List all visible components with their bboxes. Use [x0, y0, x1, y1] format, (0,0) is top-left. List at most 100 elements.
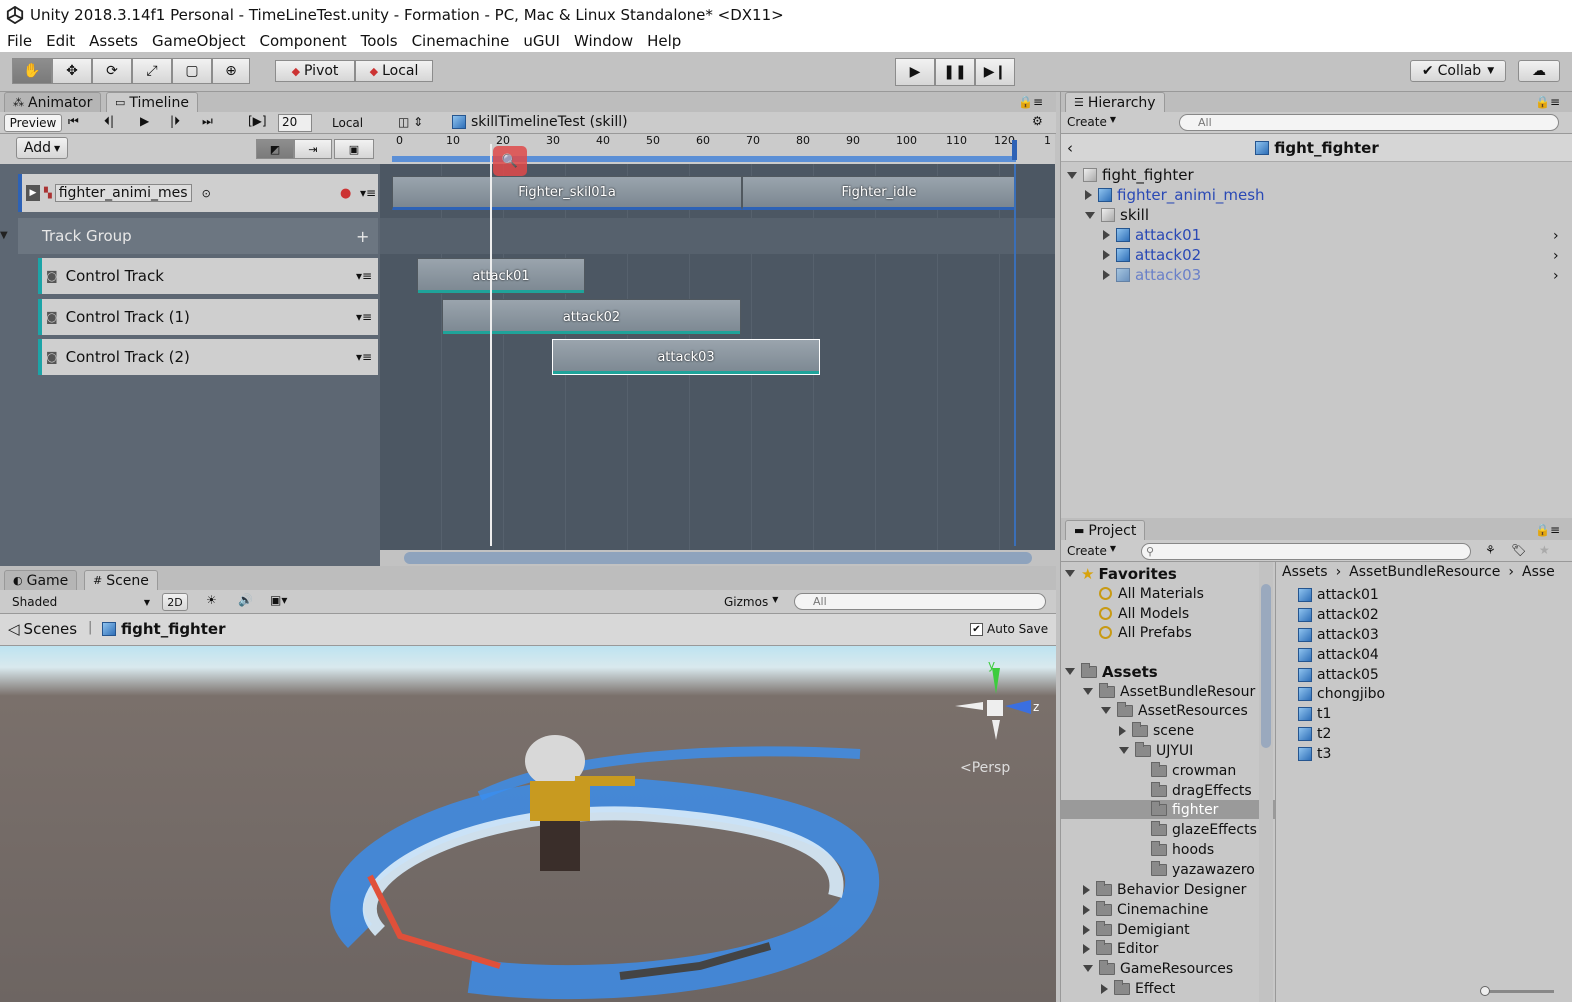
track-menu-icon[interactable]: ▾≡: [360, 186, 376, 200]
folder-gameresources[interactable]: GameResources: [1083, 959, 1233, 978]
rect-tool-button[interactable]: ▢: [172, 58, 212, 84]
gear-icon[interactable]: ⚙: [1032, 114, 1043, 128]
menu-ugui[interactable]: uGUI: [516, 32, 567, 50]
file-item[interactable]: t3: [1298, 744, 1331, 763]
scrollbar-thumb[interactable]: [404, 552, 1032, 564]
timeline-asset-breadcrumb[interactable]: skillTimelineTest (skill): [452, 114, 628, 130]
tab-game[interactable]: ◐ Game: [4, 570, 78, 590]
track-menu-icon[interactable]: ▾≡: [356, 350, 372, 364]
chevron-right-icon[interactable]: ›: [1553, 226, 1559, 246]
folder-cinemachine[interactable]: Cinemachine: [1083, 900, 1208, 919]
filter-type-icon[interactable]: ⚘: [1485, 543, 1496, 557]
scale-tool-button[interactable]: ⤢: [132, 58, 172, 84]
slider-handle[interactable]: [1480, 986, 1490, 996]
file-item[interactable]: t1: [1298, 704, 1331, 723]
menu-file[interactable]: File: [0, 32, 39, 50]
image-effects-icon[interactable]: ▣▾: [270, 593, 287, 607]
rotate-tool-button[interactable]: ⟳: [92, 58, 132, 84]
folder-yazawazero[interactable]: yazawazero: [1151, 860, 1255, 879]
expand-icon[interactable]: [1101, 983, 1108, 994]
folder-glazeeffects[interactable]: glazeEffects: [1151, 820, 1257, 839]
folder-assetresources[interactable]: AssetResources: [1101, 701, 1248, 720]
anim-clip-1[interactable]: Fighter_idle: [742, 176, 1016, 210]
expand-icon[interactable]: [1085, 190, 1092, 200]
folder-crowman[interactable]: crowman: [1151, 761, 1236, 780]
animation-track-header[interactable]: ▶ ▚ fighter_animi_mes ⊙ ● ▾≡: [18, 174, 378, 212]
scenes-breadcrumb[interactable]: ◁ Scenes: [8, 620, 77, 638]
menu-tools[interactable]: Tools: [354, 32, 405, 50]
expand-icon[interactable]: [1083, 924, 1090, 935]
lighting-icon[interactable]: ☀: [206, 593, 217, 607]
hierarchy-item-mesh[interactable]: fighter_animi_mesh: [1085, 185, 1265, 205]
panel-toggle-icon[interactable]: ◫ ⇕: [398, 115, 423, 129]
zoom-search-icon[interactable]: 🔍: [493, 146, 527, 176]
expand-icon[interactable]: [1065, 668, 1075, 675]
file-item[interactable]: t2: [1298, 724, 1331, 743]
record-icon[interactable]: ●: [340, 186, 351, 201]
hierarchy-item-attack03[interactable]: attack03: [1103, 265, 1201, 285]
frame-input[interactable]: 20: [278, 114, 312, 132]
file-item[interactable]: attack04: [1298, 645, 1379, 664]
ripple-toggle[interactable]: ▣: [334, 139, 374, 159]
folder-hoods[interactable]: hoods: [1151, 840, 1214, 859]
play-button[interactable]: ▶: [895, 58, 935, 86]
target-icon[interactable]: ⊙: [202, 187, 211, 200]
add-track-button[interactable]: Add ▼: [16, 137, 68, 159]
expand-icon[interactable]: [1101, 707, 1111, 714]
scene-viewport[interactable]: y z <Persp: [0, 646, 1056, 1002]
track-group-header[interactable]: Track Group +: [18, 218, 378, 254]
folder-scene[interactable]: scene: [1119, 721, 1194, 740]
hand-tool-button[interactable]: ✋: [12, 58, 52, 84]
control-clip-0[interactable]: attack01: [417, 258, 585, 294]
project-breadcrumb[interactable]: Assets › AssetBundleResource › Asse: [1276, 562, 1572, 582]
menu-gameobject[interactable]: GameObject: [145, 32, 253, 50]
folder-ujyui[interactable]: UJYUI: [1119, 741, 1193, 760]
shading-dropdown[interactable]: Shaded ▼: [4, 593, 154, 611]
curves-toggle[interactable]: ◩: [256, 139, 294, 159]
step-button[interactable]: ▶❙: [975, 58, 1015, 86]
lock-icon[interactable]: 🔒≡: [1018, 95, 1043, 109]
folder-fighter[interactable]: fighter: [1061, 800, 1279, 819]
icon-size-slider[interactable]: [1480, 986, 1554, 996]
play-timeline-icon[interactable]: ▶: [140, 114, 149, 128]
next-frame-icon[interactable]: |⏵: [170, 114, 180, 129]
folder-editor[interactable]: Editor: [1083, 939, 1158, 958]
tab-animator[interactable]: ⁂ Animator: [4, 92, 102, 112]
menu-window[interactable]: Window: [567, 32, 640, 50]
pause-button[interactable]: ❚❚: [935, 58, 975, 86]
chevron-right-icon[interactable]: ›: [1553, 266, 1559, 286]
tab-timeline[interactable]: ▭ Timeline: [106, 92, 198, 112]
chevron-right-icon[interactable]: ›: [1553, 246, 1559, 266]
control-track-1[interactable]: ◙ Control Track (1) ▾≡: [38, 299, 378, 335]
move-tool-button[interactable]: ✥: [52, 58, 92, 84]
expand-icon[interactable]: [1083, 904, 1090, 915]
expand-icon[interactable]: [1083, 943, 1090, 954]
local-toggle[interactable]: ◆ Local: [355, 60, 433, 82]
file-item[interactable]: attack02: [1298, 605, 1379, 624]
loop-icon[interactable]: [▶]: [248, 114, 267, 128]
fav-all-models[interactable]: All Models: [1099, 604, 1189, 623]
expand-icon[interactable]: [1067, 171, 1077, 179]
expand-icon[interactable]: [1103, 250, 1110, 260]
hierarchy-item-root[interactable]: fight_fighter: [1067, 165, 1194, 185]
control-clip-1[interactable]: attack02: [442, 299, 741, 335]
expand-icon[interactable]: [1103, 270, 1110, 280]
project-search-input[interactable]: ⚲: [1141, 543, 1471, 560]
timeline-scrollbar[interactable]: [380, 550, 1055, 566]
pivot-toggle[interactable]: ◆ Pivot: [275, 60, 355, 82]
folder-assetbundleresource[interactable]: AssetBundleResour: [1083, 682, 1255, 701]
menu-edit[interactable]: Edit: [39, 32, 82, 50]
expand-icon[interactable]: [1119, 747, 1129, 754]
lock-icon[interactable]: 🔒≡: [1535, 523, 1560, 537]
menu-assets[interactable]: Assets: [82, 32, 145, 50]
control-clip-2[interactable]: attack03: [552, 339, 820, 375]
local-time-toggle[interactable]: Local: [332, 116, 363, 130]
control-track-0[interactable]: ◙ Control Track ▾≡: [38, 258, 378, 294]
control-track-2[interactable]: ◙ Control Track (2) ▾≡: [38, 339, 378, 375]
folder-drageffects[interactable]: dragEffects: [1151, 781, 1252, 800]
preview-button[interactable]: Preview: [4, 114, 62, 132]
scrollbar-thumb[interactable]: [1261, 584, 1271, 748]
folder-demigiant[interactable]: Demigiant: [1083, 920, 1190, 939]
folder-effect[interactable]: Effect: [1101, 979, 1175, 998]
prefab-breadcrumb[interactable]: fight_fighter: [102, 620, 225, 638]
